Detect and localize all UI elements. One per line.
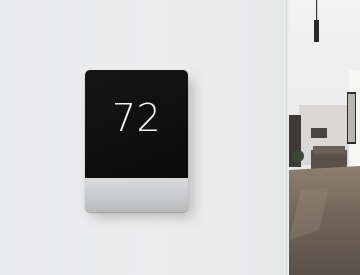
room-background — [289, 0, 360, 275]
temperature-reading: 72 — [111, 96, 162, 140]
photo-scene: 72 — [0, 0, 360, 275]
thermostat: 72 — [85, 70, 188, 212]
thermostat-display: 72 — [85, 70, 188, 178]
thermostat-base — [85, 178, 188, 212]
